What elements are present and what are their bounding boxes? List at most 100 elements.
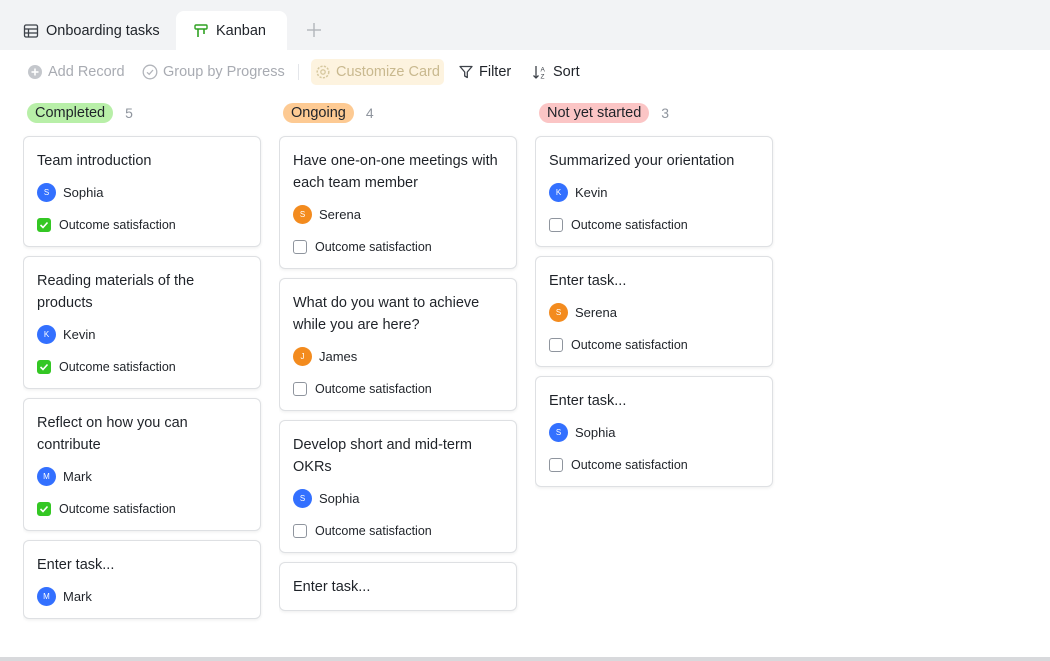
- status-badge: Not yet started: [539, 103, 650, 123]
- tab-kanban[interactable]: Kanban: [176, 11, 287, 50]
- outcome-field: Outcome satisfaction: [37, 358, 247, 376]
- outcome-checkbox[interactable]: [293, 524, 307, 538]
- card-title: Enter task...: [549, 393, 627, 409]
- outcome-checkbox[interactable]: [293, 240, 307, 254]
- outcome-checkbox[interactable]: [549, 218, 563, 232]
- avatar: S: [549, 302, 568, 322]
- checkmark-icon: [39, 221, 49, 229]
- card-owner: J James: [293, 346, 503, 366]
- plus-circle-icon: [27, 64, 43, 80]
- kanban-card[interactable]: Team introduction S Sophia Outcome satis…: [23, 136, 261, 247]
- kanban-card[interactable]: Enter task... S Sophia Outcome satisfact…: [535, 376, 773, 487]
- outcome-checkbox[interactable]: [549, 458, 563, 472]
- kanban-card[interactable]: Develop short and mid-term OKRs S Sophia…: [279, 420, 517, 553]
- add-record-label: Add Record: [48, 64, 125, 80]
- view-tab-bar: Onboarding tasks Kanban: [0, 0, 1050, 50]
- card-title: Team introduction: [37, 153, 152, 169]
- owner-name: Mark: [63, 468, 92, 484]
- kanban-card[interactable]: Have one-on-one meetings with each team …: [279, 136, 517, 269]
- filter-icon: [458, 64, 474, 80]
- column-header: Not yet started 3: [539, 103, 669, 123]
- card-owner: K Kevin: [37, 324, 247, 344]
- card-title: Reading materials of the products: [37, 273, 195, 311]
- customize-card-button[interactable]: Customize Card: [311, 59, 444, 85]
- owner-name: Sophia: [319, 490, 360, 506]
- card-owner: S Sophia: [549, 422, 759, 442]
- card-owner: S Serena: [549, 302, 759, 322]
- owner-name: Kevin: [63, 326, 96, 342]
- owner-name: Serena: [575, 304, 617, 320]
- outcome-label: Outcome satisfaction: [315, 524, 432, 538]
- group-by-label: Group by Progress: [163, 64, 285, 80]
- kanban-card[interactable]: Summarized your orientation K Kevin Outc…: [535, 136, 773, 247]
- card-owner: M Mark: [37, 586, 247, 606]
- avatar: S: [293, 488, 312, 508]
- owner-name: James: [319, 348, 358, 364]
- status-badge: Completed: [27, 103, 114, 123]
- avatar: S: [293, 204, 312, 224]
- status-badge: Ongoing: [283, 103, 354, 123]
- outcome-label: Outcome satisfaction: [59, 502, 176, 516]
- outcome-label: Outcome satisfaction: [59, 360, 176, 374]
- outcome-label: Outcome satisfaction: [315, 240, 432, 254]
- kanban-card[interactable]: Reflect on how you can contribute M Mark…: [23, 398, 261, 531]
- avatar: M: [37, 466, 56, 486]
- outcome-checkbox[interactable]: [37, 502, 51, 516]
- kanban-icon: [193, 23, 209, 39]
- outcome-checkbox[interactable]: [549, 338, 563, 352]
- avatar: S: [549, 422, 568, 442]
- kanban-card[interactable]: Enter task...: [279, 562, 517, 611]
- owner-name: Sophia: [575, 424, 616, 440]
- toolbar-divider: [298, 64, 299, 80]
- tab-label: Kanban: [216, 22, 266, 39]
- card-owner: K Kevin: [549, 182, 759, 202]
- svg-text:Z: Z: [541, 74, 545, 81]
- outcome-checkbox[interactable]: [37, 218, 51, 232]
- tab-onboarding-tasks[interactable]: Onboarding tasks: [23, 11, 160, 50]
- group-circle-icon: [142, 64, 158, 80]
- outcome-field: Outcome satisfaction: [549, 456, 759, 474]
- avatar: M: [37, 586, 56, 606]
- kanban-card[interactable]: What do you want to achieve while you ar…: [279, 278, 517, 411]
- outcome-label: Outcome satisfaction: [571, 458, 688, 472]
- outcome-checkbox[interactable]: [293, 382, 307, 396]
- owner-name: Sophia: [63, 184, 104, 200]
- card-title: What do you want to achieve while you ar…: [293, 295, 480, 333]
- checkmark-icon: [39, 505, 49, 513]
- kanban-card[interactable]: Enter task... S Serena Outcome satisfact…: [535, 256, 773, 367]
- owner-name: Kevin: [575, 184, 608, 200]
- outcome-field: Outcome satisfaction: [293, 380, 503, 398]
- outcome-label: Outcome satisfaction: [571, 338, 688, 352]
- outcome-checkbox[interactable]: [37, 360, 51, 374]
- add-record-button[interactable]: Add Record: [27, 59, 125, 85]
- column-count: 5: [125, 105, 133, 121]
- kanban-card[interactable]: Enter task... M Mark: [23, 540, 261, 619]
- card-owner: S Serena: [293, 204, 503, 224]
- filter-button[interactable]: Filter: [458, 59, 511, 85]
- column-header: Ongoing 4: [283, 103, 374, 123]
- horizontal-scrollbar[interactable]: [0, 657, 1050, 661]
- owner-name: Serena: [319, 206, 361, 222]
- add-view-plus-icon[interactable]: [305, 21, 323, 39]
- card-owner: S Sophia: [293, 488, 503, 508]
- outcome-label: Outcome satisfaction: [315, 382, 432, 396]
- card-owner: M Mark: [37, 466, 247, 486]
- table-grid-icon: [23, 23, 39, 39]
- outcome-label: Outcome satisfaction: [59, 218, 176, 232]
- group-by-button[interactable]: Group by Progress: [142, 59, 285, 85]
- kanban-column-completed: Completed 5 Team introduction S Sophia O…: [23, 92, 263, 647]
- card-title: Reflect on how you can contribute: [37, 415, 188, 453]
- sort-button[interactable]: AZ Sort: [532, 59, 580, 85]
- outcome-field: Outcome satisfaction: [293, 238, 503, 256]
- card-title: Enter task...: [37, 557, 115, 573]
- customize-card-label: Customize Card: [336, 64, 440, 80]
- outcome-field: Outcome satisfaction: [549, 336, 759, 354]
- filter-label: Filter: [479, 64, 512, 80]
- avatar: J: [293, 346, 312, 366]
- kanban-card[interactable]: Reading materials of the products K Kevi…: [23, 256, 261, 389]
- avatar: K: [549, 182, 568, 202]
- gear-icon: [315, 64, 331, 80]
- outcome-field: Outcome satisfaction: [293, 522, 503, 540]
- column-count: 3: [661, 105, 670, 121]
- svg-text:A: A: [541, 67, 546, 74]
